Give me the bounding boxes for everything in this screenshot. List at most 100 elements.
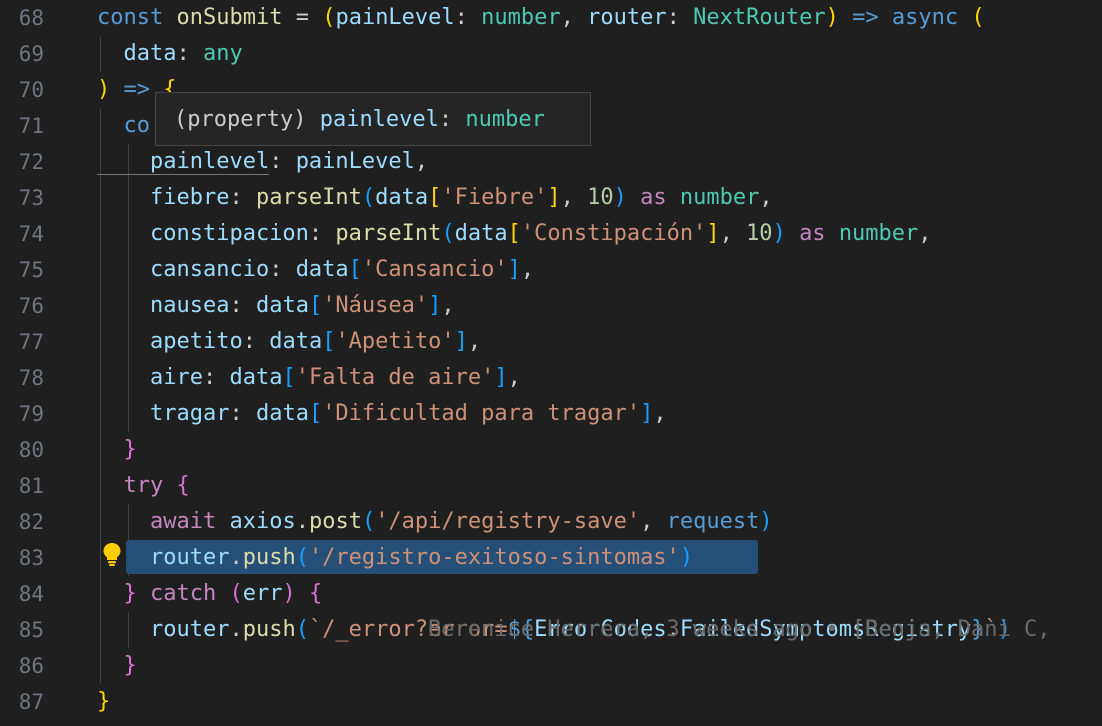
code-token: ${ bbox=[507, 617, 535, 642]
code-token: data bbox=[375, 185, 429, 210]
code-token: constipacion bbox=[97, 221, 309, 246]
line-number: 71 bbox=[18, 114, 44, 138]
code-token: ( bbox=[441, 221, 455, 246]
code-token: await bbox=[97, 509, 217, 534]
code-line[interactable]: 81 try { bbox=[0, 468, 1102, 504]
code-line[interactable]: 72 painlevel: painLevel, bbox=[0, 144, 1102, 180]
code-line[interactable]: 76 nausea: data['Náusea'], bbox=[0, 288, 1102, 324]
code-token: : bbox=[229, 401, 256, 426]
code-token: : bbox=[229, 185, 256, 210]
line-number: 73 bbox=[18, 186, 44, 210]
code-text: fiebre: parseInt(data['Fiebre'], 10) as … bbox=[97, 180, 773, 216]
code-text: co bbox=[97, 108, 150, 144]
code-token: ( bbox=[229, 581, 243, 606]
code-line[interactable]: 69 data: any bbox=[0, 36, 1102, 72]
code-token: [ bbox=[322, 329, 336, 354]
code-token: , bbox=[467, 329, 482, 354]
code-token: ] bbox=[547, 185, 561, 210]
code-token: ] bbox=[494, 365, 508, 390]
code-token: ) bbox=[282, 581, 296, 606]
code-token: cansancio bbox=[97, 257, 270, 282]
code-token: co bbox=[97, 113, 150, 138]
code-token: push bbox=[242, 617, 296, 642]
code-line[interactable]: 80 } bbox=[0, 432, 1102, 468]
code-token: '/api/registry-save' bbox=[375, 509, 641, 534]
code-text: try { bbox=[97, 468, 189, 504]
code-token: ] bbox=[706, 221, 720, 246]
code-line[interactable]: 84 } catch (err) { bbox=[0, 576, 1102, 612]
code-line[interactable]: 86 } bbox=[0, 648, 1102, 684]
code-token: painLevel bbox=[335, 5, 455, 30]
code-token: onSubmit bbox=[176, 5, 283, 30]
line-number: 79 bbox=[18, 402, 44, 426]
code-token: ) bbox=[97, 77, 111, 102]
code-token: ` bbox=[984, 617, 998, 642]
code-token: number bbox=[838, 221, 919, 246]
code-token: try bbox=[97, 473, 164, 498]
code-token: , bbox=[414, 149, 429, 174]
code-token: , bbox=[759, 185, 773, 210]
code-text: data: any bbox=[97, 36, 243, 72]
code-token: : bbox=[454, 5, 482, 30]
code-line[interactable]: 87} bbox=[0, 684, 1102, 720]
code-token: ( bbox=[295, 617, 309, 642]
code-text: router.push(`/_error?error=${ErrorCodes.… bbox=[97, 612, 1011, 648]
code-token: fiebre bbox=[97, 185, 230, 210]
code-token: data bbox=[229, 365, 283, 390]
code-line[interactable]: 74 constipacion: parseInt(data['Constipa… bbox=[0, 216, 1102, 252]
code-line[interactable]: 82 await axios.post('/api/registry-save'… bbox=[0, 504, 1102, 540]
code-line[interactable]: 77 apetito: data['Apetito'], bbox=[0, 324, 1102, 360]
hover-colon: : bbox=[438, 107, 453, 132]
code-line[interactable]: 83 router.push('/registro-exitoso-sintom… bbox=[0, 540, 1102, 576]
code-token: , bbox=[441, 293, 455, 318]
code-line[interactable]: 75 cansancio: data['Cansancio'], bbox=[0, 252, 1102, 288]
code-token: 10 bbox=[746, 221, 773, 246]
lightbulb-icon[interactable] bbox=[100, 541, 124, 567]
code-text: cansancio: data['Cansancio'], bbox=[97, 252, 534, 288]
code-line[interactable]: 79 tragar: data['Dificultad para tragar'… bbox=[0, 396, 1102, 432]
line-number: 80 bbox=[18, 438, 44, 462]
code-line[interactable]: 78 aire: data['Falta de aire'], bbox=[0, 360, 1102, 396]
code-token: router bbox=[587, 5, 667, 30]
code-token: , bbox=[560, 5, 588, 30]
line-number: 86 bbox=[18, 654, 44, 678]
code-token: } bbox=[123, 653, 137, 678]
code-line[interactable]: 73 fiebre: parseInt(data['Fiebre'], 10) … bbox=[0, 180, 1102, 216]
code-token: 'Dificultad para tragar' bbox=[322, 401, 641, 426]
code-token: } bbox=[123, 581, 137, 606]
code-line[interactable]: 85 router.push(`/_error?error=${ErrorCod… bbox=[0, 612, 1102, 648]
code-token: any bbox=[202, 41, 243, 66]
code-token: ) bbox=[997, 617, 1011, 642]
code-token: , bbox=[520, 257, 535, 282]
code-token: tragar bbox=[97, 401, 230, 426]
code-token: ] bbox=[507, 257, 521, 282]
code-text: router.push('/registro-exitoso-sintomas'… bbox=[97, 540, 693, 576]
code-token: FailedSymptomsRegistry bbox=[679, 617, 972, 642]
code-text: await axios.post('/api/registry-save', r… bbox=[97, 504, 773, 540]
code-token: ) bbox=[772, 221, 786, 246]
code-token: , bbox=[507, 365, 521, 390]
hover-type: number bbox=[465, 107, 545, 132]
code-token: data bbox=[255, 293, 309, 318]
line-number: 84 bbox=[18, 582, 44, 606]
code-text: } bbox=[97, 648, 137, 684]
code-token: parseInt bbox=[335, 221, 442, 246]
code-token: } bbox=[971, 617, 985, 642]
code-token: ] bbox=[640, 401, 654, 426]
code-editor[interactable]: 68 const onSubmit = (painLevel: number, r… bbox=[0, 0, 1102, 726]
code-token: push bbox=[242, 545, 296, 570]
code-token: 'Constipación' bbox=[520, 221, 707, 246]
line-number: 68 bbox=[18, 6, 44, 30]
code-token: NextRouter bbox=[693, 5, 826, 30]
code-token: catch bbox=[150, 581, 217, 606]
code-token: err bbox=[242, 581, 283, 606]
code-line[interactable]: 68 const onSubmit = (painLevel: number, r… bbox=[0, 0, 1102, 36]
line-number: 87 bbox=[18, 690, 44, 714]
